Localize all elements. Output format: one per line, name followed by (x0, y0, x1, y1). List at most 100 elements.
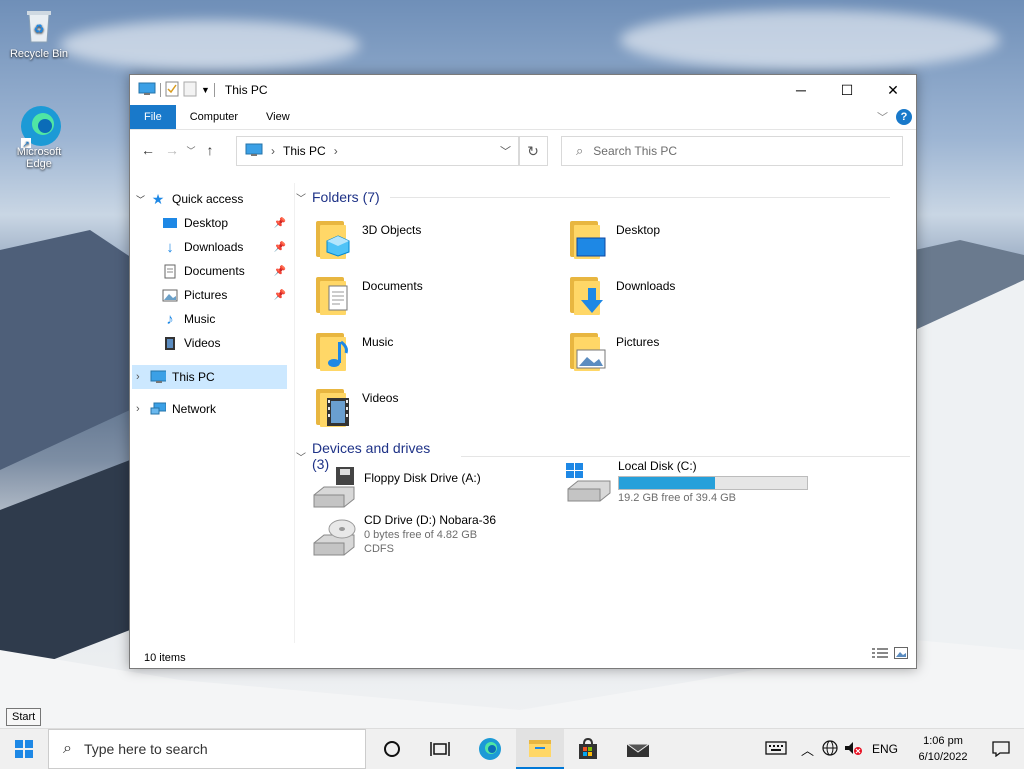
store-taskbar-button[interactable] (564, 729, 612, 769)
expand-ribbon-icon[interactable]: ﹀ (877, 109, 888, 125)
large-icons-view-icon[interactable] (894, 647, 908, 662)
folder-music[interactable]: Music (312, 329, 393, 373)
svg-text:↗: ↗ (22, 139, 30, 148)
folder-downloads[interactable]: Downloads (566, 273, 675, 317)
nav-this-pc[interactable]: › This PC (136, 366, 215, 388)
recycle-bin-icon: ♻ (19, 6, 59, 46)
minimize-button[interactable]: ─ (778, 75, 824, 105)
touch-keyboard-icon[interactable] (765, 740, 787, 758)
drive-local-c[interactable]: Local Disk (C:) 19.2 GB free of 39.4 GB (564, 459, 808, 504)
ribbon: File Computer View ﹀ ? (130, 105, 916, 130)
show-hidden-icons-icon[interactable]: ︿ (801, 740, 814, 759)
clock[interactable]: 1:06 pm 6/10/2022 (908, 733, 978, 765)
drive-filesystem: CDFS (364, 543, 394, 555)
pin-icon[interactable]: 📌 (274, 290, 286, 301)
up-button[interactable]: ↑ (198, 142, 222, 158)
drive-floppy[interactable]: Floppy Disk Drive (A:) (310, 465, 481, 509)
nav-desktop-label: Desktop (184, 216, 229, 230)
folder-videos[interactable]: Videos (312, 385, 398, 429)
breadcrumb-this-pc[interactable]: This PC (283, 144, 326, 158)
customize-toolbar-icon[interactable]: ▼ (201, 85, 210, 95)
folder-icon (529, 740, 551, 757)
window-controls: ─ ☐ ✕ (778, 75, 916, 105)
language-indicator[interactable]: ENG (872, 742, 898, 756)
nav-quick-access[interactable]: ﹀ ★ Quick access (136, 188, 243, 210)
nav-pictures[interactable]: Pictures 📌 (162, 284, 286, 306)
start-button[interactable] (0, 729, 48, 769)
folder-desktop[interactable]: Desktop (566, 217, 660, 261)
tab-view[interactable]: View (252, 105, 304, 129)
expand-chevron-icon[interactable]: › (136, 371, 150, 383)
nav-desktop[interactable]: Desktop 📌 (162, 212, 286, 234)
documents-folder-icon (312, 273, 354, 317)
title-bar[interactable]: ▼ This PC ─ ☐ ✕ (130, 75, 916, 105)
pin-icon[interactable]: 📌 (274, 218, 286, 229)
pin-icon[interactable]: 📌 (274, 242, 286, 253)
details-view-icon[interactable] (872, 647, 888, 662)
system-tray: ︿ ENG 1:06 pm 6/10/2022 (765, 729, 1024, 769)
pin-icon[interactable]: 📌 (274, 266, 286, 277)
expand-chevron-icon[interactable]: › (136, 403, 150, 415)
wallpaper-cloud (60, 20, 360, 70)
search-input[interactable]: ⌕ Search This PC (561, 136, 903, 166)
edge-icon (479, 738, 501, 760)
quick-access-toolbar: ▼ (130, 81, 215, 100)
nav-documents[interactable]: Documents 📌 (162, 260, 286, 282)
drive-free-space: 19.2 GB free of 39.4 GB (618, 492, 737, 504)
recent-locations-icon[interactable]: ﹀ (184, 144, 198, 157)
help-icon[interactable]: ? (896, 109, 912, 125)
windows-drive-icon (564, 459, 612, 503)
folder-label: Pictures (616, 335, 660, 349)
recycle-bin-desktop-icon[interactable]: ♻ Recycle Bin (3, 6, 75, 60)
search-placeholder: Search This PC (593, 144, 678, 158)
forward-button[interactable]: → (160, 142, 184, 158)
music-folder-icon (312, 329, 354, 373)
folder-pictures[interactable]: Pictures (566, 329, 659, 373)
3d-objects-folder-icon (312, 217, 354, 261)
collapse-chevron-icon[interactable]: ﹀ (296, 190, 306, 205)
edge-label: Microsoft Edge (16, 146, 62, 170)
maximize-button[interactable]: ☐ (824, 75, 870, 105)
taskbar: ⌕ Type here to search ︿ ENG 1:06 pm 6/10… (0, 728, 1024, 769)
breadcrumb-chevron-icon: › (271, 144, 275, 158)
edge-desktop-icon[interactable]: ↗ Microsoft Edge (3, 104, 75, 170)
folder-documents[interactable]: Documents (312, 273, 423, 317)
nav-music-label: Music (184, 312, 216, 326)
toolbar-divider (213, 83, 215, 97)
address-bar[interactable]: › This PC › ﹀ (236, 136, 520, 166)
drive-cd-d[interactable]: CD Drive (D:) Nobara-36 0 bytes free of … (310, 513, 496, 557)
notifications-button[interactable] (978, 741, 1024, 757)
properties-icon[interactable] (165, 81, 179, 100)
nav-this-pc-label: This PC (172, 370, 215, 384)
task-view-button[interactable] (416, 729, 464, 769)
network-icon (150, 401, 166, 417)
volume-muted-icon[interactable] (844, 740, 862, 759)
nav-videos[interactable]: Videos (162, 332, 220, 354)
breadcrumb-chevron-icon[interactable]: › (334, 144, 338, 158)
close-button[interactable]: ✕ (870, 75, 916, 105)
folders-group-header[interactable]: ﹀ Folders (7) (296, 189, 910, 205)
taskbar-search-box[interactable]: ⌕ Type here to search (48, 729, 366, 769)
refresh-button[interactable]: ↻ (518, 136, 548, 166)
new-folder-icon[interactable] (183, 81, 197, 100)
folder-3d-objects[interactable]: 3D Objects (312, 217, 421, 261)
tab-computer[interactable]: Computer (176, 105, 252, 129)
mail-taskbar-button[interactable] (614, 729, 662, 769)
nav-music[interactable]: ♪ Music (162, 308, 215, 330)
nav-network[interactable]: › Network (136, 398, 216, 420)
windows-logo-icon (15, 740, 33, 758)
nav-downloads[interactable]: ↓ Downloads 📌 (162, 236, 286, 258)
folder-label: Music (362, 335, 394, 349)
nav-videos-label: Videos (184, 336, 221, 350)
back-button[interactable]: ← (136, 142, 160, 158)
pane-divider (294, 183, 295, 643)
file-explorer-taskbar-button[interactable] (516, 729, 564, 769)
expand-chevron-icon[interactable]: ﹀ (136, 193, 150, 206)
tab-file[interactable]: File (130, 105, 176, 129)
address-dropdown-icon[interactable]: ﹀ (500, 143, 511, 159)
cortana-button[interactable] (368, 729, 416, 769)
edge-taskbar-button[interactable] (466, 729, 514, 769)
collapse-chevron-icon[interactable]: ﹀ (296, 449, 306, 464)
network-globe-icon[interactable] (822, 739, 838, 759)
toolbar-divider (160, 83, 161, 97)
